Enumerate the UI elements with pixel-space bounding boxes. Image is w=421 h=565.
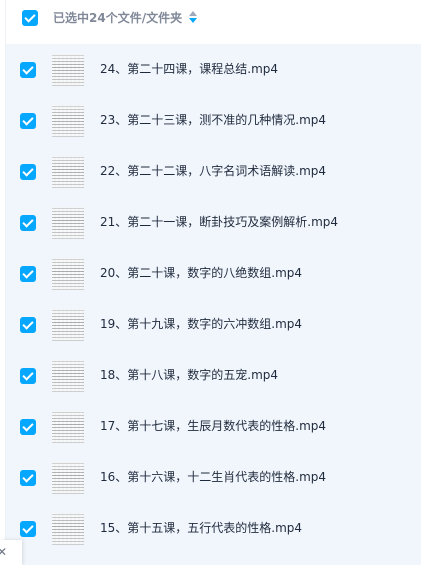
row-checkbox[interactable] [20, 113, 36, 129]
row-checkbox[interactable] [20, 266, 36, 282]
selection-count-label: 已选中24个文件/文件夹 [53, 11, 183, 25]
file-list-page: 已选中24个文件/文件夹 24、第二十四课，课程总结.mp4 23、第二十三课，… [0, 0, 421, 565]
selection-header: 已选中24个文件/文件夹 [6, 0, 421, 38]
file-name[interactable]: 22、第二十二课，八字名词术语解读.mp4 [100, 162, 326, 180]
video-thumbnail [52, 462, 84, 494]
video-thumbnail [52, 54, 84, 86]
sort-icon[interactable] [189, 11, 197, 25]
list-item[interactable]: 24、第二十四课，课程总结.mp4 [6, 44, 421, 95]
row-checkbox[interactable] [20, 419, 36, 435]
row-checkbox[interactable] [20, 215, 36, 231]
file-name[interactable]: 18、第十八课，数字的五宠.mp4 [100, 366, 278, 384]
file-name[interactable]: 17、第十七课，生辰月数代表的性格.mp4 [100, 417, 326, 435]
file-name[interactable]: 20、第二十课，数字的八绝数组.mp4 [100, 264, 302, 282]
file-name[interactable]: 19、第十九课，数字的六冲数组.mp4 [100, 315, 302, 333]
list-item[interactable]: 16、第十六课，十二生肖代表的性格.mp4 [6, 452, 421, 503]
list-item[interactable]: 21、第二十一课，断卦技巧及案例解析.mp4 [6, 197, 421, 248]
row-checkbox[interactable] [20, 62, 36, 78]
file-name[interactable]: 24、第二十四课，课程总结.mp4 [100, 60, 278, 78]
video-thumbnail [52, 309, 84, 341]
list-item[interactable]: 22、第二十二课，八字名词术语解读.mp4 [6, 146, 421, 197]
row-checkbox[interactable] [20, 164, 36, 180]
row-checkbox[interactable] [20, 317, 36, 333]
close-icon[interactable]: ✕ [0, 545, 7, 559]
list-item[interactable]: 15、第十五课，五行代表的性格.mp4 [6, 503, 421, 554]
video-thumbnail [52, 207, 84, 239]
video-thumbnail [52, 156, 84, 188]
list-item[interactable]: 20、第二十课，数字的八绝数组.mp4 [6, 248, 421, 299]
select-all-checkbox[interactable] [22, 10, 38, 26]
list-item[interactable]: 18、第十八课，数字的五宠.mp4 [6, 350, 421, 401]
video-thumbnail [52, 105, 84, 137]
row-checkbox[interactable] [20, 521, 36, 537]
file-name[interactable]: 15、第十五课，五行代表的性格.mp4 [100, 519, 302, 537]
video-thumbnail [52, 411, 84, 443]
row-checkbox[interactable] [20, 368, 36, 384]
file-name[interactable]: 23、第二十三课，测不准的几种情况.mp4 [100, 111, 326, 129]
video-thumbnail [52, 258, 84, 290]
list-item[interactable]: 23、第二十三课，测不准的几种情况.mp4 [6, 95, 421, 146]
list-item[interactable]: 19、第十九课，数字的六冲数组.mp4 [6, 299, 421, 350]
row-checkbox[interactable] [20, 470, 36, 486]
file-name[interactable]: 16、第十六课，十二生肖代表的性格.mp4 [100, 468, 326, 486]
close-panel-stub: ✕ [0, 540, 22, 565]
list-item[interactable]: 17、第十七课，生辰月数代表的性格.mp4 [6, 401, 421, 452]
video-thumbnail [52, 360, 84, 392]
file-name[interactable]: 21、第二十一课，断卦技巧及案例解析.mp4 [100, 213, 338, 231]
file-list: 24、第二十四课，课程总结.mp4 23、第二十三课，测不准的几种情况.mp4 … [6, 44, 421, 565]
video-thumbnail [52, 513, 84, 545]
